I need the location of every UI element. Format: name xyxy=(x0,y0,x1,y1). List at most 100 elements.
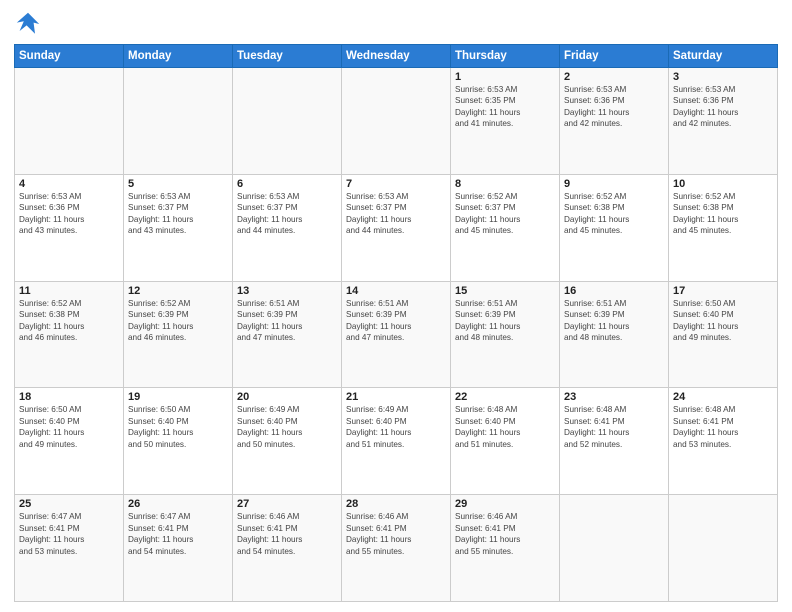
day-cell: 12Sunrise: 6:52 AMSunset: 6:39 PMDayligh… xyxy=(124,281,233,388)
day-number: 5 xyxy=(128,178,228,190)
weekday-header-friday: Friday xyxy=(560,45,669,68)
day-cell: 4Sunrise: 6:53 AMSunset: 6:36 PMDaylight… xyxy=(15,174,124,281)
day-info: Sunrise: 6:52 AMSunset: 6:38 PMDaylight:… xyxy=(564,191,664,237)
weekday-header-tuesday: Tuesday xyxy=(233,45,342,68)
day-info: Sunrise: 6:51 AMSunset: 6:39 PMDaylight:… xyxy=(237,298,337,344)
weekday-header-thursday: Thursday xyxy=(451,45,560,68)
day-info: Sunrise: 6:48 AMSunset: 6:41 PMDaylight:… xyxy=(564,404,664,450)
day-info: Sunrise: 6:50 AMSunset: 6:40 PMDaylight:… xyxy=(19,404,119,450)
week-row-4: 18Sunrise: 6:50 AMSunset: 6:40 PMDayligh… xyxy=(15,388,778,495)
week-row-1: 1Sunrise: 6:53 AMSunset: 6:35 PMDaylight… xyxy=(15,68,778,175)
day-number: 25 xyxy=(19,498,119,510)
day-info: Sunrise: 6:47 AMSunset: 6:41 PMDaylight:… xyxy=(19,511,119,557)
day-cell xyxy=(560,495,669,602)
day-cell: 23Sunrise: 6:48 AMSunset: 6:41 PMDayligh… xyxy=(560,388,669,495)
day-cell: 26Sunrise: 6:47 AMSunset: 6:41 PMDayligh… xyxy=(124,495,233,602)
day-cell: 17Sunrise: 6:50 AMSunset: 6:40 PMDayligh… xyxy=(669,281,778,388)
day-cell: 16Sunrise: 6:51 AMSunset: 6:39 PMDayligh… xyxy=(560,281,669,388)
day-cell: 14Sunrise: 6:51 AMSunset: 6:39 PMDayligh… xyxy=(342,281,451,388)
day-cell xyxy=(233,68,342,175)
day-info: Sunrise: 6:49 AMSunset: 6:40 PMDaylight:… xyxy=(346,404,446,450)
day-info: Sunrise: 6:52 AMSunset: 6:39 PMDaylight:… xyxy=(128,298,228,344)
day-cell: 19Sunrise: 6:50 AMSunset: 6:40 PMDayligh… xyxy=(124,388,233,495)
day-number: 20 xyxy=(237,391,337,403)
day-info: Sunrise: 6:50 AMSunset: 6:40 PMDaylight:… xyxy=(673,298,773,344)
day-cell xyxy=(669,495,778,602)
day-cell: 9Sunrise: 6:52 AMSunset: 6:38 PMDaylight… xyxy=(560,174,669,281)
day-number: 13 xyxy=(237,285,337,297)
week-row-3: 11Sunrise: 6:52 AMSunset: 6:38 PMDayligh… xyxy=(15,281,778,388)
day-number: 8 xyxy=(455,178,555,190)
day-info: Sunrise: 6:53 AMSunset: 6:35 PMDaylight:… xyxy=(455,84,555,130)
day-cell: 10Sunrise: 6:52 AMSunset: 6:38 PMDayligh… xyxy=(669,174,778,281)
day-cell: 24Sunrise: 6:48 AMSunset: 6:41 PMDayligh… xyxy=(669,388,778,495)
day-cell: 22Sunrise: 6:48 AMSunset: 6:40 PMDayligh… xyxy=(451,388,560,495)
page: SundayMondayTuesdayWednesdayThursdayFrid… xyxy=(0,0,792,612)
day-number: 17 xyxy=(673,285,773,297)
weekday-header-monday: Monday xyxy=(124,45,233,68)
day-number: 9 xyxy=(564,178,664,190)
day-info: Sunrise: 6:53 AMSunset: 6:37 PMDaylight:… xyxy=(237,191,337,237)
weekday-header-row: SundayMondayTuesdayWednesdayThursdayFrid… xyxy=(15,45,778,68)
day-cell: 21Sunrise: 6:49 AMSunset: 6:40 PMDayligh… xyxy=(342,388,451,495)
header xyxy=(14,10,778,38)
logo xyxy=(14,10,46,38)
day-number: 26 xyxy=(128,498,228,510)
day-cell: 8Sunrise: 6:52 AMSunset: 6:37 PMDaylight… xyxy=(451,174,560,281)
day-cell: 28Sunrise: 6:46 AMSunset: 6:41 PMDayligh… xyxy=(342,495,451,602)
day-info: Sunrise: 6:46 AMSunset: 6:41 PMDaylight:… xyxy=(346,511,446,557)
day-cell: 2Sunrise: 6:53 AMSunset: 6:36 PMDaylight… xyxy=(560,68,669,175)
day-cell: 15Sunrise: 6:51 AMSunset: 6:39 PMDayligh… xyxy=(451,281,560,388)
day-cell: 29Sunrise: 6:46 AMSunset: 6:41 PMDayligh… xyxy=(451,495,560,602)
day-info: Sunrise: 6:52 AMSunset: 6:37 PMDaylight:… xyxy=(455,191,555,237)
day-info: Sunrise: 6:51 AMSunset: 6:39 PMDaylight:… xyxy=(346,298,446,344)
weekday-header-saturday: Saturday xyxy=(669,45,778,68)
day-cell: 20Sunrise: 6:49 AMSunset: 6:40 PMDayligh… xyxy=(233,388,342,495)
day-number: 6 xyxy=(237,178,337,190)
day-cell: 5Sunrise: 6:53 AMSunset: 6:37 PMDaylight… xyxy=(124,174,233,281)
day-number: 22 xyxy=(455,391,555,403)
day-number: 28 xyxy=(346,498,446,510)
day-info: Sunrise: 6:47 AMSunset: 6:41 PMDaylight:… xyxy=(128,511,228,557)
weekday-header-sunday: Sunday xyxy=(15,45,124,68)
day-number: 24 xyxy=(673,391,773,403)
weekday-header-wednesday: Wednesday xyxy=(342,45,451,68)
day-info: Sunrise: 6:53 AMSunset: 6:37 PMDaylight:… xyxy=(346,191,446,237)
day-info: Sunrise: 6:51 AMSunset: 6:39 PMDaylight:… xyxy=(455,298,555,344)
day-number: 10 xyxy=(673,178,773,190)
day-number: 18 xyxy=(19,391,119,403)
day-number: 4 xyxy=(19,178,119,190)
day-info: Sunrise: 6:53 AMSunset: 6:37 PMDaylight:… xyxy=(128,191,228,237)
day-number: 27 xyxy=(237,498,337,510)
day-info: Sunrise: 6:52 AMSunset: 6:38 PMDaylight:… xyxy=(673,191,773,237)
day-info: Sunrise: 6:50 AMSunset: 6:40 PMDaylight:… xyxy=(128,404,228,450)
week-row-5: 25Sunrise: 6:47 AMSunset: 6:41 PMDayligh… xyxy=(15,495,778,602)
day-number: 3 xyxy=(673,71,773,83)
day-number: 11 xyxy=(19,285,119,297)
day-cell xyxy=(15,68,124,175)
day-cell: 7Sunrise: 6:53 AMSunset: 6:37 PMDaylight… xyxy=(342,174,451,281)
day-number: 14 xyxy=(346,285,446,297)
day-info: Sunrise: 6:46 AMSunset: 6:41 PMDaylight:… xyxy=(237,511,337,557)
day-number: 29 xyxy=(455,498,555,510)
day-info: Sunrise: 6:51 AMSunset: 6:39 PMDaylight:… xyxy=(564,298,664,344)
day-number: 15 xyxy=(455,285,555,297)
day-cell: 25Sunrise: 6:47 AMSunset: 6:41 PMDayligh… xyxy=(15,495,124,602)
day-cell xyxy=(124,68,233,175)
logo-bird-icon xyxy=(14,10,42,38)
day-number: 16 xyxy=(564,285,664,297)
calendar-table: SundayMondayTuesdayWednesdayThursdayFrid… xyxy=(14,44,778,602)
day-number: 1 xyxy=(455,71,555,83)
day-info: Sunrise: 6:53 AMSunset: 6:36 PMDaylight:… xyxy=(673,84,773,130)
day-number: 19 xyxy=(128,391,228,403)
day-cell: 11Sunrise: 6:52 AMSunset: 6:38 PMDayligh… xyxy=(15,281,124,388)
day-cell: 6Sunrise: 6:53 AMSunset: 6:37 PMDaylight… xyxy=(233,174,342,281)
day-number: 2 xyxy=(564,71,664,83)
day-info: Sunrise: 6:53 AMSunset: 6:36 PMDaylight:… xyxy=(19,191,119,237)
day-info: Sunrise: 6:53 AMSunset: 6:36 PMDaylight:… xyxy=(564,84,664,130)
day-cell xyxy=(342,68,451,175)
day-info: Sunrise: 6:46 AMSunset: 6:41 PMDaylight:… xyxy=(455,511,555,557)
day-number: 12 xyxy=(128,285,228,297)
day-cell: 3Sunrise: 6:53 AMSunset: 6:36 PMDaylight… xyxy=(669,68,778,175)
day-cell: 1Sunrise: 6:53 AMSunset: 6:35 PMDaylight… xyxy=(451,68,560,175)
